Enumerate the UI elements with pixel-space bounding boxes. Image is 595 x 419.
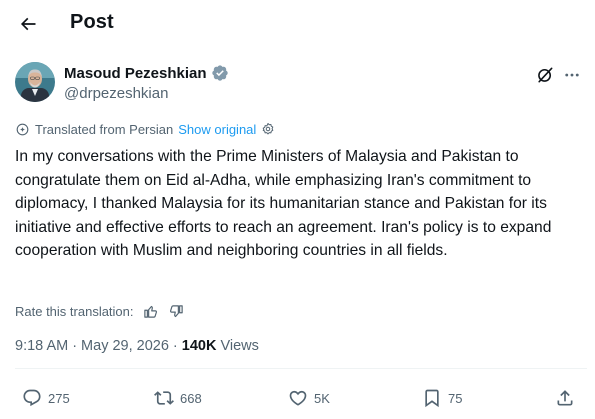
translation-note: Translated from Persian Show original xyxy=(15,120,275,138)
like-count: 5K xyxy=(314,390,330,406)
grok-icon xyxy=(538,67,553,83)
views-label: Views xyxy=(220,338,259,354)
post-time[interactable]: 9:18 AM xyxy=(15,338,68,354)
avatar[interactable] xyxy=(15,62,55,102)
action-bar: 275 668 5K 75 xyxy=(0,386,595,410)
meta-separator: · xyxy=(72,338,78,354)
share-icon xyxy=(557,390,573,406)
rate-label: Rate this translation: xyxy=(15,303,134,319)
views-count: 140K xyxy=(181,338,217,354)
show-original-link[interactable]: Show original xyxy=(178,122,256,137)
meta-separator: · xyxy=(172,338,178,354)
translate-sparkle-icon xyxy=(16,123,29,135)
page-title: Post xyxy=(70,11,114,33)
verified-badge-icon xyxy=(211,64,229,82)
repost-count: 668 xyxy=(180,390,202,406)
reply-button[interactable]: 275 xyxy=(22,386,70,410)
thumbs-down-icon[interactable] xyxy=(168,302,186,320)
like-button[interactable]: 5K xyxy=(288,386,330,410)
thumbs-up-icon[interactable] xyxy=(142,302,160,320)
rate-translation: Rate this translation: xyxy=(15,301,186,321)
share-button[interactable] xyxy=(555,386,575,410)
bookmark-icon xyxy=(425,389,439,408)
reply-icon xyxy=(23,389,41,407)
bookmark-button[interactable]: 75 xyxy=(422,386,462,410)
back-arrow-icon xyxy=(20,17,36,31)
repost-icon xyxy=(154,391,174,405)
author-name[interactable]: Masoud Pezeshkian xyxy=(64,64,229,82)
reply-count: 275 xyxy=(48,390,70,406)
post-date[interactable]: May 29, 2026 xyxy=(81,338,169,354)
author-handle[interactable]: @drpezeshkian xyxy=(64,85,168,102)
author-name-text: Masoud Pezeshkian xyxy=(64,64,207,82)
divider xyxy=(15,368,587,369)
bookmark-count: 75 xyxy=(448,390,463,406)
back-button[interactable] xyxy=(14,10,42,38)
post-meta: 9:18 AM · May 29, 2026 · 140K Views xyxy=(15,338,259,354)
post-text: In my conversations with the Prime Minis… xyxy=(15,148,552,260)
translated-label: Translated from Persian xyxy=(35,121,174,137)
like-icon xyxy=(289,390,307,406)
more-icon xyxy=(565,73,579,77)
more-button[interactable] xyxy=(560,64,584,86)
post-header: Post xyxy=(0,0,595,50)
repost-button[interactable]: 668 xyxy=(154,386,202,410)
grok-button[interactable] xyxy=(534,64,556,86)
translate-settings-icon[interactable] xyxy=(261,122,275,136)
